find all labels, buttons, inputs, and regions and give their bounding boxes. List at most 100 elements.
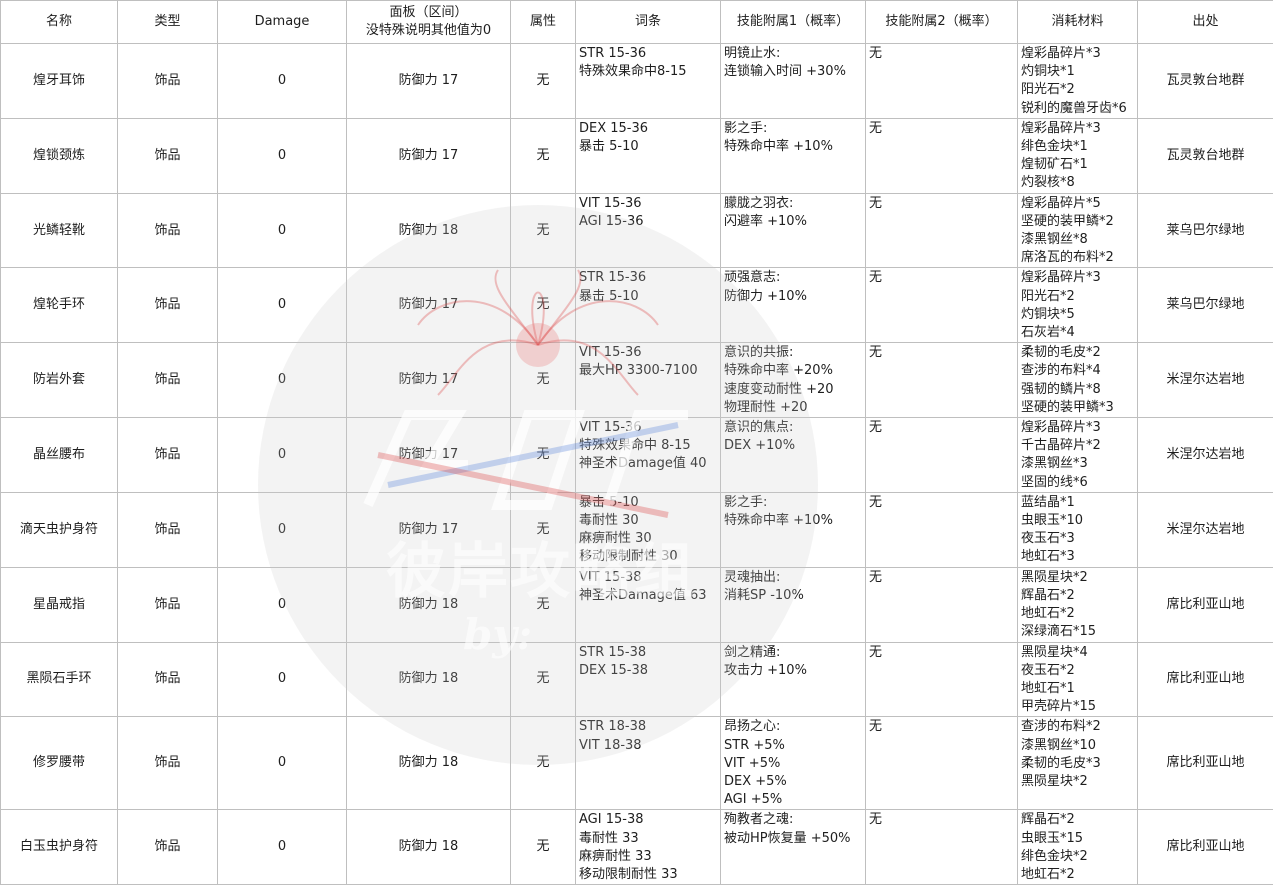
cell-affix[interactable]: VIT 15-36最大HP 3300-7100 [576, 343, 721, 418]
cell-materials[interactable]: 黑陨星块*4夜玉石*2地虹石*1甲壳碎片*15 [1018, 642, 1138, 717]
cell-panel[interactable]: 防御力 17 [347, 418, 511, 493]
cell-skill1[interactable]: 明镜止水:连锁输入时间 +30% [721, 44, 866, 119]
header-source[interactable]: 出处 [1138, 1, 1273, 44]
cell-attr[interactable]: 无 [511, 642, 576, 717]
cell-attr[interactable]: 无 [511, 810, 576, 885]
cell-panel[interactable]: 防御力 18 [347, 567, 511, 642]
cell-affix[interactable]: STR 15-36暴击 5-10 [576, 268, 721, 343]
cell-materials[interactable]: 煌彩晶碎片*3千古晶碎片*2漆黑钢丝*3坚固的线*6 [1018, 418, 1138, 493]
cell-skill2[interactable]: 无 [866, 810, 1018, 885]
cell-panel[interactable]: 防御力 18 [347, 810, 511, 885]
header-panel[interactable]: 面板（区间） 没特殊说明其他值为0 [347, 1, 511, 44]
cell-skill1[interactable]: 意识的焦点:DEX +10% [721, 418, 866, 493]
cell-skill1[interactable]: 昂扬之心:STR +5%VIT +5%DEX +5%AGI +5% [721, 717, 866, 810]
cell-name[interactable]: 煌牙耳饰 [1, 44, 118, 119]
header-damage[interactable]: Damage [218, 1, 347, 44]
cell-panel[interactable]: 防御力 18 [347, 642, 511, 717]
cell-attr[interactable]: 无 [511, 193, 576, 268]
cell-source[interactable]: 米涅尔达岩地 [1138, 418, 1273, 493]
cell-skill1[interactable]: 影之手:特殊命中率 +10% [721, 118, 866, 193]
cell-skill2[interactable]: 无 [866, 44, 1018, 119]
cell-skill1[interactable]: 顽强意志:防御力 +10% [721, 268, 866, 343]
cell-damage[interactable]: 0 [218, 492, 347, 567]
cell-skill1[interactable]: 灵魂抽出:消耗SP -10% [721, 567, 866, 642]
header-skill1[interactable]: 技能附属1（概率） [721, 1, 866, 44]
cell-source[interactable]: 莱乌巴尔绿地 [1138, 193, 1273, 268]
cell-type[interactable]: 饰品 [118, 44, 218, 119]
cell-type[interactable]: 饰品 [118, 810, 218, 885]
cell-damage[interactable]: 0 [218, 193, 347, 268]
cell-affix[interactable]: AGI 15-38毒耐性 33麻痹耐性 33移动限制耐性 33 [576, 810, 721, 885]
cell-panel[interactable]: 防御力 17 [347, 44, 511, 119]
cell-damage[interactable]: 0 [218, 810, 347, 885]
cell-type[interactable]: 饰品 [118, 642, 218, 717]
cell-source[interactable]: 席比利亚山地 [1138, 567, 1273, 642]
cell-attr[interactable]: 无 [511, 118, 576, 193]
cell-panel[interactable]: 防御力 17 [347, 268, 511, 343]
cell-affix[interactable]: STR 15-38DEX 15-38 [576, 642, 721, 717]
header-affix[interactable]: 词条 [576, 1, 721, 44]
header-materials[interactable]: 消耗材料 [1018, 1, 1138, 44]
cell-skill2[interactable]: 无 [866, 193, 1018, 268]
cell-attr[interactable]: 无 [511, 418, 576, 493]
cell-name[interactable]: 煌锁颈炼 [1, 118, 118, 193]
cell-panel[interactable]: 防御力 18 [347, 717, 511, 810]
cell-name[interactable]: 晶丝腰布 [1, 418, 118, 493]
cell-name[interactable]: 光鳞轻靴 [1, 193, 118, 268]
cell-attr[interactable]: 无 [511, 268, 576, 343]
cell-panel[interactable]: 防御力 17 [347, 492, 511, 567]
cell-skill2[interactable]: 无 [866, 492, 1018, 567]
header-skill2[interactable]: 技能附属2（概率） [866, 1, 1018, 44]
cell-type[interactable]: 饰品 [118, 268, 218, 343]
cell-materials[interactable]: 黑陨星块*2辉晶石*2地虹石*2深绿滴石*15 [1018, 567, 1138, 642]
cell-source[interactable]: 席比利亚山地 [1138, 810, 1273, 885]
cell-affix[interactable]: 暴击 5-10毒耐性 30麻痹耐性 30移动限制耐性 30 [576, 492, 721, 567]
cell-name[interactable]: 黑陨石手环 [1, 642, 118, 717]
cell-skill2[interactable]: 无 [866, 268, 1018, 343]
cell-affix[interactable]: VIT 15-38神圣术Damage值 63 [576, 567, 721, 642]
cell-name[interactable]: 煌轮手环 [1, 268, 118, 343]
cell-panel[interactable]: 防御力 17 [347, 343, 511, 418]
cell-affix[interactable]: VIT 15-36特殊效果命中 8-15神圣术Damage值 40 [576, 418, 721, 493]
cell-damage[interactable]: 0 [218, 343, 347, 418]
cell-skill2[interactable]: 无 [866, 118, 1018, 193]
cell-damage[interactable]: 0 [218, 268, 347, 343]
cell-affix[interactable]: VIT 15-36AGI 15-36 [576, 193, 721, 268]
cell-skill2[interactable]: 无 [866, 717, 1018, 810]
cell-skill1[interactable]: 殉教者之魂:被动HP恢复量 +50% [721, 810, 866, 885]
cell-type[interactable]: 饰品 [118, 567, 218, 642]
cell-damage[interactable]: 0 [218, 642, 347, 717]
cell-source[interactable]: 席比利亚山地 [1138, 717, 1273, 810]
cell-damage[interactable]: 0 [218, 118, 347, 193]
cell-skill2[interactable]: 无 [866, 418, 1018, 493]
cell-materials[interactable]: 煌彩晶碎片*5坚硬的装甲鳞*2漆黑钢丝*8席洛瓦的布料*2 [1018, 193, 1138, 268]
cell-affix[interactable]: STR 15-36特殊效果命中8-15 [576, 44, 721, 119]
cell-source[interactable]: 米涅尔达岩地 [1138, 343, 1273, 418]
cell-attr[interactable]: 无 [511, 343, 576, 418]
cell-materials[interactable]: 蓝结晶*1虫眼玉*10夜玉石*3地虹石*3 [1018, 492, 1138, 567]
cell-attr[interactable]: 无 [511, 492, 576, 567]
cell-attr[interactable]: 无 [511, 717, 576, 810]
cell-attr[interactable]: 无 [511, 567, 576, 642]
cell-panel[interactable]: 防御力 17 [347, 118, 511, 193]
cell-skill1[interactable]: 剑之精通:攻击力 +10% [721, 642, 866, 717]
cell-type[interactable]: 饰品 [118, 118, 218, 193]
cell-affix[interactable]: STR 18-38VIT 18-38 [576, 717, 721, 810]
cell-type[interactable]: 饰品 [118, 492, 218, 567]
cell-damage[interactable]: 0 [218, 44, 347, 119]
header-name[interactable]: 名称 [1, 1, 118, 44]
cell-source[interactable]: 席比利亚山地 [1138, 642, 1273, 717]
header-attr[interactable]: 属性 [511, 1, 576, 44]
cell-damage[interactable]: 0 [218, 717, 347, 810]
cell-materials[interactable]: 煌彩晶碎片*3灼铜块*1阳光石*2锐利的魔兽牙齿*6 [1018, 44, 1138, 119]
cell-name[interactable]: 星晶戒指 [1, 567, 118, 642]
cell-name[interactable]: 白玉虫护身符 [1, 810, 118, 885]
cell-skill2[interactable]: 无 [866, 642, 1018, 717]
cell-affix[interactable]: DEX 15-36暴击 5-10 [576, 118, 721, 193]
cell-type[interactable]: 饰品 [118, 717, 218, 810]
header-type[interactable]: 类型 [118, 1, 218, 44]
cell-materials[interactable]: 查涉的布料*2漆黑钢丝*10柔韧的毛皮*3黑陨星块*2 [1018, 717, 1138, 810]
cell-skill2[interactable]: 无 [866, 567, 1018, 642]
cell-name[interactable]: 滴天虫护身符 [1, 492, 118, 567]
cell-skill1[interactable]: 意识的共振:特殊命中率 +20%速度变动耐性 +20物理耐性 +20 [721, 343, 866, 418]
